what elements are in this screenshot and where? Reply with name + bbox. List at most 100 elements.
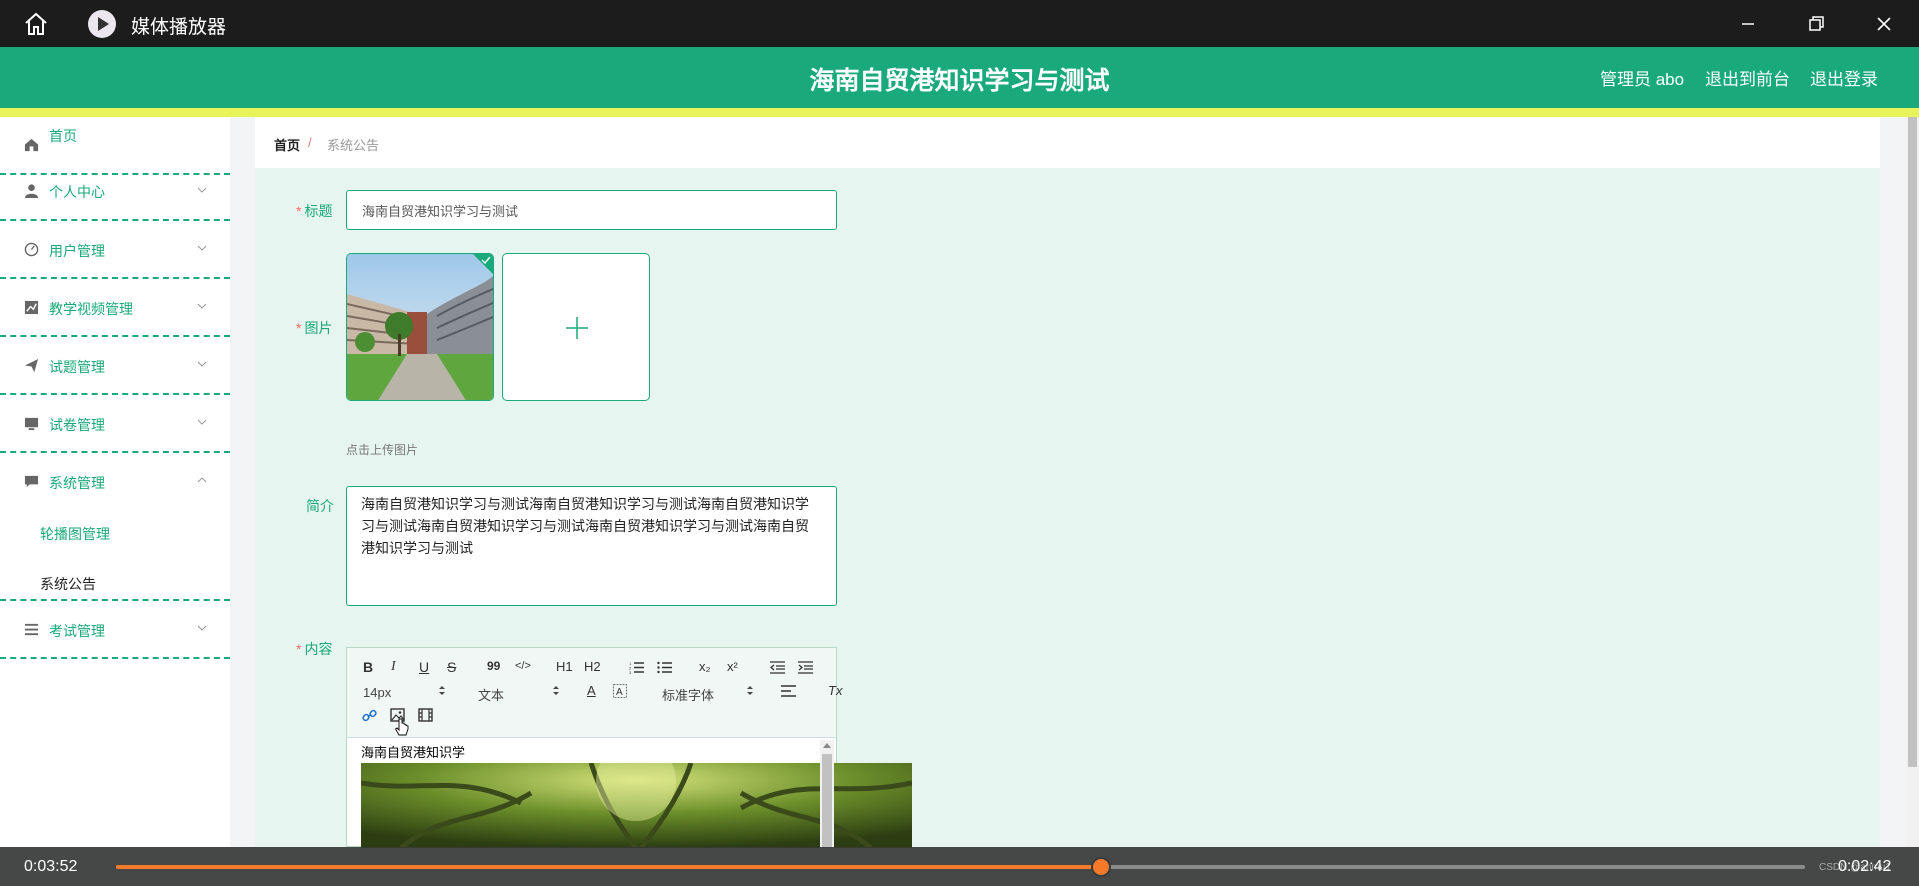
uploaded-image-thumbnail[interactable] xyxy=(346,253,494,401)
intro-label: 简介 xyxy=(306,498,334,514)
select-arrows-icon xyxy=(553,686,559,695)
strike-button[interactable]: S xyxy=(447,659,456,675)
sidebar-item-label: 试卷管理 xyxy=(49,417,105,433)
select-arrows-icon xyxy=(747,686,753,695)
header-accent-bar xyxy=(0,108,1919,117)
home-icon xyxy=(24,138,39,152)
player-logo-icon xyxy=(88,10,116,38)
font-size-select[interactable]: 14px xyxy=(363,685,391,700)
title-input[interactable] xyxy=(346,190,837,230)
clear-format-button[interactable]: Tx xyxy=(828,683,842,698)
gauge-icon xyxy=(24,242,39,257)
seek-progress xyxy=(116,865,1101,869)
sidebar-item-label: 首页 xyxy=(49,128,77,144)
page-scrollbar[interactable] xyxy=(1906,117,1919,847)
blockquote-button[interactable]: 99 xyxy=(487,659,500,673)
ordered-list-icon[interactable]: 123 xyxy=(629,661,644,674)
player-title-bar: 媒体播放器 xyxy=(0,0,1919,47)
send-icon xyxy=(24,358,39,373)
chevron-down-icon xyxy=(197,361,207,367)
rich-text-editor[interactable]: B I U S 99 </> H1 H2 123 x₂ x² 14px 文本 A… xyxy=(346,647,912,848)
sidebar-item-papers[interactable]: 试卷管理 xyxy=(0,395,230,453)
sidebar-item-label: 试题管理 xyxy=(49,359,105,375)
link-icon[interactable] xyxy=(362,708,377,723)
admin-user-label: 管理员 abo xyxy=(1600,70,1685,89)
outdent-icon[interactable] xyxy=(770,661,785,674)
bold-button[interactable]: B xyxy=(363,659,373,675)
code-button[interactable]: </> xyxy=(515,660,531,672)
svg-text:A: A xyxy=(616,687,623,698)
align-left-icon[interactable] xyxy=(781,685,796,697)
minimize-icon[interactable] xyxy=(1735,11,1761,37)
font-color-button[interactable]: A xyxy=(587,683,596,698)
chart-icon xyxy=(24,300,39,315)
sidebar-item-label: 用户管理 xyxy=(49,243,105,259)
chevron-down-icon xyxy=(197,419,207,425)
chat-icon xyxy=(24,475,39,488)
app-header: 海南自贸港知识学习与测试 管理员 abo 退出到前台 退出登录 xyxy=(0,47,1919,108)
content-label: * 内容 xyxy=(296,641,333,657)
chevron-down-icon xyxy=(197,245,207,251)
italic-button[interactable]: I xyxy=(391,659,396,675)
intro-textarea[interactable]: 海南自贸港知识学习与测试海南自贸港知识学习与测试海南自贸港知识学习与测试海南自贸… xyxy=(346,486,837,606)
header2-button[interactable]: H2 xyxy=(584,659,601,674)
sidebar-sub-carousel[interactable]: 轮播图管理 xyxy=(40,524,110,544)
elapsed-time: 0:03:52 xyxy=(24,858,78,875)
logout-link[interactable]: 退出登录 xyxy=(1810,65,1878,90)
editor-toolbar: B I U S 99 </> H1 H2 123 x₂ x² 14px 文本 A… xyxy=(347,648,842,738)
seek-knob[interactable] xyxy=(1090,857,1111,877)
player-controls: 0:03:52 CSDN @anmu1 0:02:42 xyxy=(0,847,1919,886)
indent-icon[interactable] xyxy=(798,661,813,674)
block-format-select[interactable]: 文本 xyxy=(478,685,504,704)
title-label: * 标题 xyxy=(296,203,333,219)
sidebar-item-label: 个人中心 xyxy=(49,184,105,200)
campus-building-image xyxy=(347,254,493,400)
user-icon xyxy=(24,184,39,198)
superscript-button[interactable]: x² xyxy=(727,659,738,674)
header1-button[interactable]: H1 xyxy=(556,659,573,674)
subscript-button[interactable]: x₂ xyxy=(699,659,711,674)
remaining-time: 0:02:42 xyxy=(1838,858,1892,875)
select-arrows-icon xyxy=(439,686,445,695)
scroll-up-icon[interactable] xyxy=(823,742,831,748)
sidebar-item-label: 教学视频管理 xyxy=(49,301,133,317)
sidebar-item-system[interactable]: 系统管理 轮播图管理 系统公告 xyxy=(0,453,230,601)
sidebar-item-label: 考试管理 xyxy=(49,623,105,639)
mouse-pointer-icon xyxy=(395,718,409,736)
sidebar-item-questions[interactable]: 试题管理 xyxy=(0,337,230,395)
sidebar-item-label: 系统管理 xyxy=(49,475,105,491)
editor-scrollbar[interactable] xyxy=(820,740,834,848)
sidebar-sub-announcement[interactable]: 系统公告 xyxy=(40,574,96,594)
font-family-select[interactable]: 标准字体 xyxy=(662,685,714,704)
sidebar: 首页 个人中心 用户管理 教学视频管理 试题管理 试卷管理 系统管理 轮播图管理… xyxy=(0,117,230,847)
close-icon[interactable] xyxy=(1871,11,1897,37)
breadcrumb: 首页 / 系统公告 xyxy=(255,117,1880,168)
upload-tip: 点击上传图片 xyxy=(346,443,419,457)
breadcrumb-separator: / xyxy=(308,135,312,150)
sidebar-item-videos[interactable]: 教学视频管理 xyxy=(0,279,230,337)
sidebar-item-exams[interactable]: 考试管理 xyxy=(0,601,230,659)
bullet-list-icon[interactable] xyxy=(657,661,672,674)
sidebar-item-profile[interactable]: 个人中心 xyxy=(0,163,230,221)
chevron-down-icon xyxy=(197,303,207,309)
underline-button[interactable]: U xyxy=(419,659,429,675)
page-scrollbar-thumb[interactable] xyxy=(1908,117,1917,767)
sidebar-item-users[interactable]: 用户管理 xyxy=(0,221,230,279)
background-color-icon[interactable]: A xyxy=(613,684,627,698)
editor-body-text[interactable]: 海南自贸港知识学 xyxy=(361,742,465,761)
breadcrumb-current: 系统公告 xyxy=(327,138,380,153)
monitor-icon xyxy=(24,417,39,431)
success-check-icon xyxy=(473,254,493,274)
seek-bar[interactable] xyxy=(116,857,1805,877)
breadcrumb-home[interactable]: 首页 xyxy=(274,135,300,154)
image-label: * 图片 xyxy=(296,320,333,336)
upload-image-button[interactable] xyxy=(502,253,650,401)
list-icon xyxy=(24,623,39,636)
home-icon[interactable] xyxy=(22,10,50,38)
svg-text:3: 3 xyxy=(629,670,632,674)
chevron-down-icon xyxy=(197,625,207,631)
exit-to-front-link[interactable]: 退出到前台 xyxy=(1705,65,1790,90)
video-insert-icon[interactable] xyxy=(418,708,433,722)
main-content: 首页 / 系统公告 *标题 *图片 xyxy=(255,117,1880,848)
restore-icon[interactable] xyxy=(1803,11,1829,37)
